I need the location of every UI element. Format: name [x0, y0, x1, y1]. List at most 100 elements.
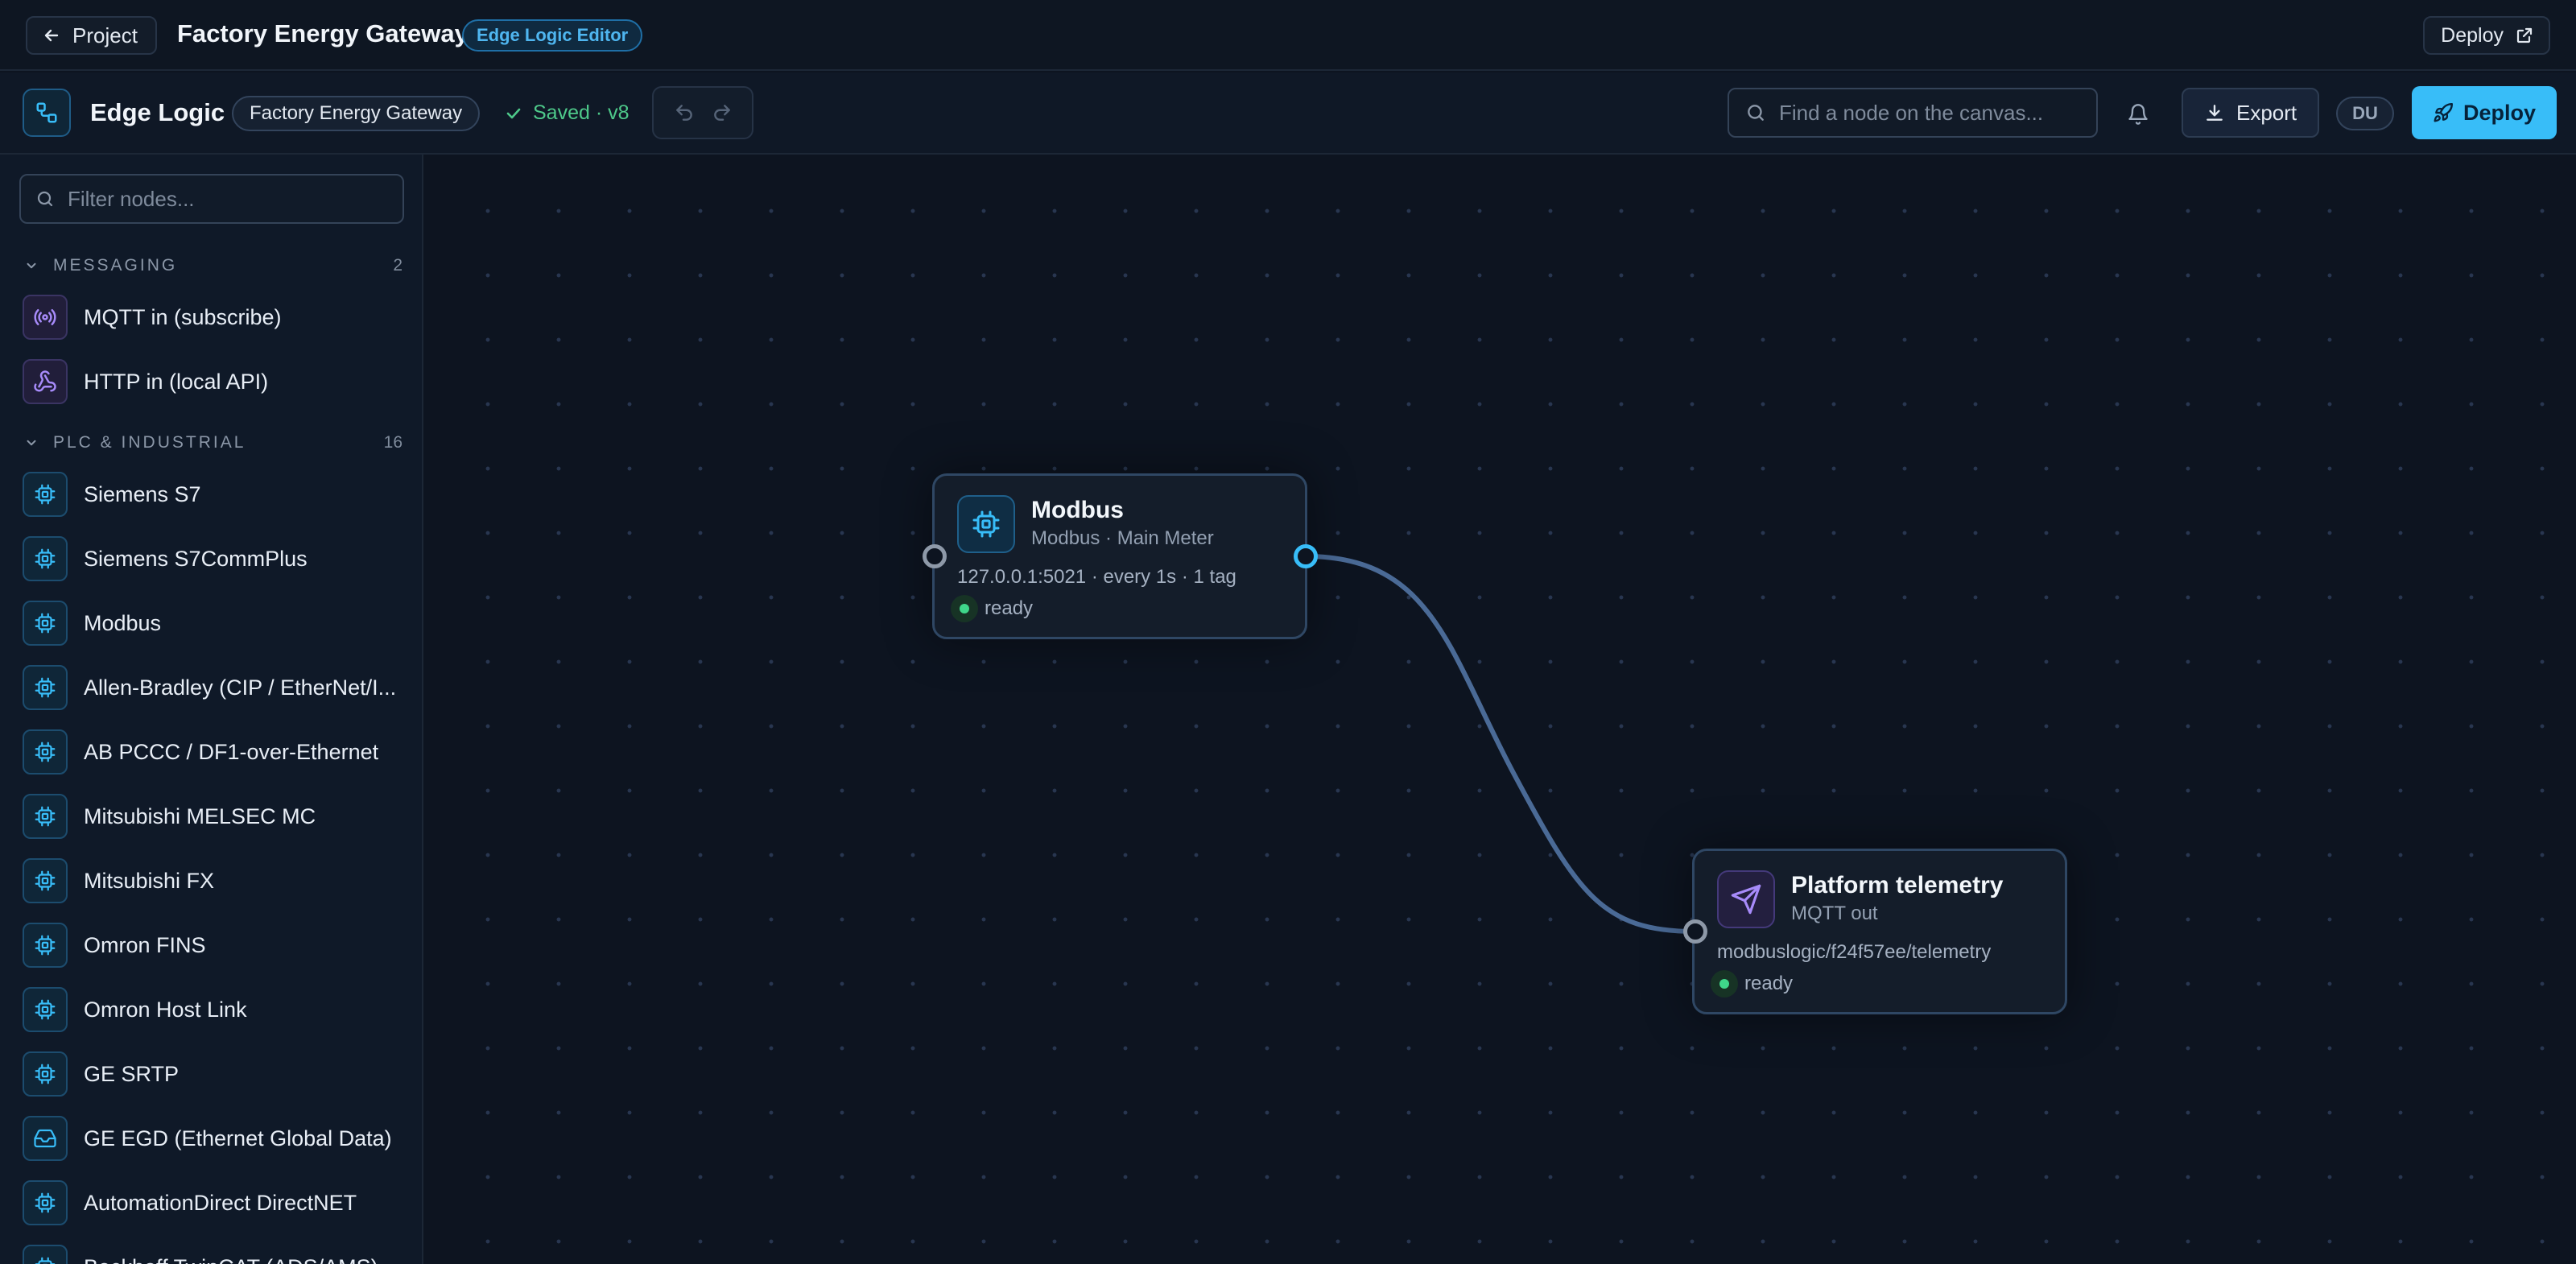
palette-item-label: Siemens S7 — [84, 481, 201, 506]
chip-icon — [23, 1245, 68, 1264]
chevron-down-icon — [27, 262, 36, 269]
palette-item-label: MQTT in (subscribe) — [84, 304, 282, 329]
palette-item[interactable]: AutomationDirect DirectNET — [23, 1179, 409, 1227]
canvas-node-platform-telemetry[interactable]: Platform telemetry MQTT out modbuslogic/… — [1692, 849, 2067, 1014]
palette-item[interactable]: GE SRTP — [23, 1050, 409, 1098]
status-dot-icon — [1711, 970, 1738, 998]
palette-item-mqtt-in[interactable]: MQTT in (subscribe) — [23, 293, 409, 341]
bell-icon — [2128, 104, 2148, 125]
app-title: Factory Energy Gateway — [177, 19, 469, 48]
deploy-link-button[interactable]: Deploy — [2423, 16, 2550, 55]
deploy-button[interactable]: Deploy — [2412, 86, 2557, 139]
chip-icon — [957, 495, 1015, 553]
palette-item-label: Mitsubishi MELSEC MC — [84, 803, 316, 828]
category-plc-industrial[interactable]: PLC & INDUSTRIAL 16 — [24, 428, 402, 457]
status-dot-icon — [951, 595, 978, 622]
arrow-left-icon — [44, 29, 59, 42]
export-button-label: Export — [2236, 100, 2297, 125]
node-title: Modbus — [1031, 497, 1124, 523]
palette-item-label: Allen-Bradley (CIP / EtherNet/I... — [84, 675, 397, 700]
palette-item-label: Beckhoff TwinCAT (ADS/AMS) — [84, 1255, 378, 1264]
redo-icon[interactable] — [712, 102, 733, 123]
node-status: ready — [951, 595, 1033, 622]
palette-item-label: Omron FINS — [84, 932, 206, 957]
chip-icon — [23, 923, 68, 968]
back-button-label: Project — [72, 23, 138, 48]
chip-icon — [23, 729, 68, 775]
inbox-icon — [23, 1116, 68, 1161]
check-icon — [506, 108, 521, 118]
external-link-icon — [2516, 27, 2533, 43]
deploy-button-label: Deploy — [2463, 100, 2537, 125]
modbus-output-port[interactable] — [1294, 544, 1318, 568]
chip-icon — [23, 536, 68, 581]
chip-icon — [23, 601, 68, 646]
chip-icon — [23, 472, 68, 517]
palette-item[interactable]: Siemens S7CommPlus — [23, 535, 409, 583]
modbus-input-port[interactable] — [923, 544, 947, 568]
chevron-down-icon — [27, 440, 36, 446]
project-pill: Factory Energy Gateway — [232, 96, 481, 131]
node-subtitle: MQTT out — [1791, 903, 1878, 924]
chip-icon — [23, 987, 68, 1032]
telemetry-input-port[interactable] — [1683, 919, 1707, 944]
category-messaging[interactable]: MESSAGING 2 — [24, 251, 402, 280]
palette-item[interactable]: AB PCCC / DF1-over-Ethernet — [23, 728, 409, 776]
back-to-project-button[interactable]: Project — [26, 16, 157, 55]
palette-item[interactable]: Omron FINS — [23, 921, 409, 969]
node-status-label: ready — [985, 597, 1034, 619]
chip-icon — [23, 665, 68, 710]
node-detail: 127.0.0.1:5021 · every 1s · 1 tag — [957, 566, 1236, 588]
palette-item[interactable]: Modbus — [23, 599, 409, 647]
save-status: Saved · v8 — [504, 101, 630, 125]
palette-item[interactable]: Allen-Bradley (CIP / EtherNet/I... — [23, 663, 409, 712]
workflow-icon — [36, 102, 57, 123]
category-count: 16 — [383, 433, 402, 452]
palette-item-label: Omron Host Link — [84, 997, 247, 1022]
editor-toolbar: Edge Logic Factory Energy Gateway Saved … — [0, 72, 2576, 155]
edge-logic-logo — [23, 89, 71, 137]
node-status: ready — [1711, 970, 1793, 998]
canvas-search — [1728, 88, 2098, 138]
user-avatar[interactable]: DU — [2336, 97, 2394, 130]
palette-item-label: GE SRTP — [84, 1061, 180, 1086]
palette-item[interactable]: Omron Host Link — [23, 985, 409, 1034]
node-filter-input[interactable] — [68, 186, 390, 212]
palette-item[interactable]: Mitsubishi MELSEC MC — [23, 792, 409, 841]
palette-item[interactable]: Beckhoff TwinCAT (ADS/AMS) — [23, 1243, 409, 1264]
webhook-icon — [23, 359, 68, 404]
node-filter — [19, 174, 404, 224]
palette-item-label: Mitsubishi FX — [84, 868, 215, 893]
rocket-icon — [2434, 102, 2454, 122]
node-detail: modbuslogic/f24f57ee/telemetry — [1717, 941, 1992, 963]
chip-icon — [23, 858, 68, 903]
palette-item-label: HTTP in (local API) — [84, 369, 269, 394]
palette-item-http-in[interactable]: HTTP in (local API) — [23, 357, 409, 406]
palette-item[interactable]: Mitsubishi FX — [23, 857, 409, 905]
broadcast-icon — [23, 295, 68, 340]
node-title: Platform telemetry — [1791, 872, 2004, 898]
palette-item-label: GE EGD (Ethernet Global Data) — [84, 1126, 392, 1150]
canvas-node-modbus[interactable]: Modbus Modbus · Main Meter 127.0.0.1:502… — [932, 473, 1307, 639]
download-icon — [2207, 105, 2223, 121]
toolbar-title: Edge Logic — [90, 98, 225, 126]
palette-item[interactable]: Siemens S7 — [23, 470, 409, 518]
chip-icon — [23, 794, 68, 839]
send-icon — [1717, 870, 1775, 928]
editor-badge: Edge Logic Editor — [462, 19, 643, 52]
undo-icon[interactable] — [674, 102, 695, 123]
flow-canvas[interactable] — [425, 155, 2576, 1264]
notifications-button[interactable] — [2120, 97, 2156, 132]
palette-item[interactable]: GE EGD (Ethernet Global Data) — [23, 1114, 409, 1163]
canvas-search-input[interactable] — [1779, 100, 2085, 126]
node-palette: MESSAGING 2 MQTT in (subscribe) HTTP in … — [0, 155, 423, 1264]
node-subtitle: Modbus · Main Meter — [1031, 527, 1214, 549]
search-icon — [37, 191, 53, 207]
export-button[interactable]: Export — [2182, 88, 2320, 138]
search-icon — [1748, 105, 1764, 121]
chip-icon — [23, 1180, 68, 1225]
deploy-link-label: Deploy — [2441, 23, 2504, 47]
history-controls — [652, 86, 753, 139]
category-name: PLC & INDUSTRIAL — [53, 433, 246, 452]
palette-item-label: Modbus — [84, 610, 162, 635]
